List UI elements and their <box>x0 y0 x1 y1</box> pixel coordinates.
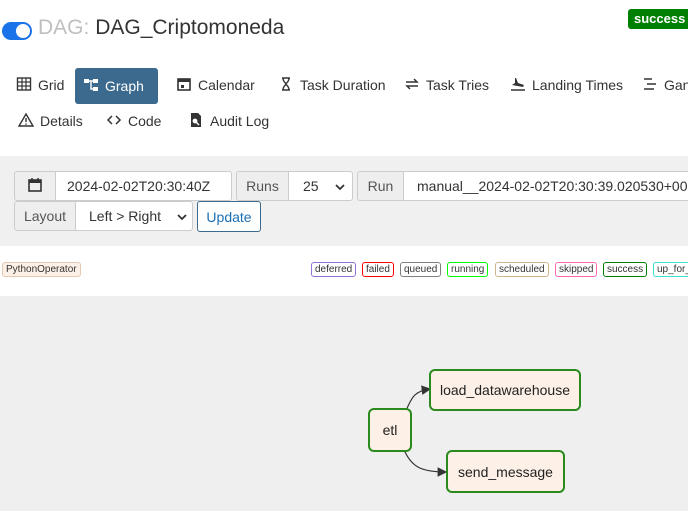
layout-value: Left > Right <box>89 208 161 224</box>
runs-select[interactable]: 25 <box>288 171 353 201</box>
dag-prefix: DAG: <box>38 16 90 39</box>
tab-task-duration[interactable]: Task Duration <box>270 68 394 102</box>
tab-label: Graph <box>105 78 144 94</box>
date-picker-button[interactable] <box>14 171 56 201</box>
code-icon <box>106 112 122 131</box>
tab-label: Details <box>40 113 83 129</box>
runs-label: Runs <box>236 171 289 201</box>
legend-scheduled[interactable]: scheduled <box>495 262 549 277</box>
tab-label: Gant <box>664 77 688 93</box>
tab-audit-log[interactable]: Audit Log <box>180 104 277 138</box>
tab-calendar[interactable]: Calendar <box>168 68 263 102</box>
runs-value: 25 <box>303 178 319 194</box>
tab-label: Landing Times <box>532 77 624 93</box>
run-select[interactable]: manual__2024-02-02T20:30:39.020530+00:00 <box>403 171 688 201</box>
layout-select[interactable]: Left > Right <box>75 201 193 231</box>
calendar-icon <box>176 76 192 95</box>
legend-skipped[interactable]: skipped <box>555 262 598 277</box>
operator-legend-python[interactable]: PythonOperator <box>2 262 81 277</box>
tab-gantt[interactable]: Gant <box>634 68 688 102</box>
grid-icon <box>16 76 32 95</box>
legend-running[interactable]: running <box>447 262 489 277</box>
retry-icon <box>404 76 420 95</box>
tab-label: Calendar <box>198 77 255 93</box>
status-badge: success <box>628 9 688 29</box>
graph-icon <box>83 77 99 96</box>
tab-label: Code <box>128 113 162 129</box>
update-button[interactable]: Update <box>197 201 261 232</box>
task-node-send-message[interactable]: send_message <box>446 450 565 493</box>
tab-code[interactable]: Code <box>98 104 169 138</box>
tab-details[interactable]: Details <box>10 104 91 138</box>
task-node-etl[interactable]: etl <box>368 408 412 452</box>
legend-queued[interactable]: queued <box>400 262 442 277</box>
hourglass-icon <box>278 76 294 95</box>
chevron-down-icon <box>176 210 188 226</box>
chevron-down-icon <box>334 180 346 196</box>
landing-icon <box>510 76 526 95</box>
legend-failed[interactable]: failed <box>362 262 394 277</box>
warning-icon <box>17 112 35 131</box>
tab-landing-times[interactable]: Landing Times <box>502 68 631 102</box>
edge-etl-send-message <box>404 451 448 477</box>
legend-success[interactable]: success <box>603 262 648 277</box>
base-date-input[interactable]: 2024-02-02T20:30:40Z <box>55 171 232 201</box>
tab-graph[interactable]: Graph <box>75 68 158 104</box>
task-node-load-datawarehouse[interactable]: load_datawarehouse <box>429 369 581 411</box>
tab-label: Task Tries <box>426 77 490 93</box>
page-title: DAG: DAG_Criptomoneda <box>38 16 284 40</box>
legend-up-for-retry[interactable]: up_for_ <box>653 262 688 277</box>
gantt-icon <box>642 76 658 95</box>
dag-name: DAG_Criptomoneda <box>95 16 285 39</box>
tab-task-tries[interactable]: Task Tries <box>396 68 497 102</box>
calendar-icon <box>27 177 43 196</box>
legend-deferred[interactable]: deferred <box>311 262 357 277</box>
graph-edges <box>404 385 448 477</box>
tab-label: Grid <box>38 77 65 93</box>
tab-label: Task Duration <box>300 77 386 93</box>
dag-pause-toggle[interactable] <box>2 22 32 40</box>
layout-label: Layout <box>14 201 76 231</box>
tab-grid[interactable]: Grid <box>8 68 72 102</box>
tab-label: Audit Log <box>210 113 270 129</box>
audit-icon <box>188 112 204 131</box>
run-label: Run <box>357 171 404 201</box>
